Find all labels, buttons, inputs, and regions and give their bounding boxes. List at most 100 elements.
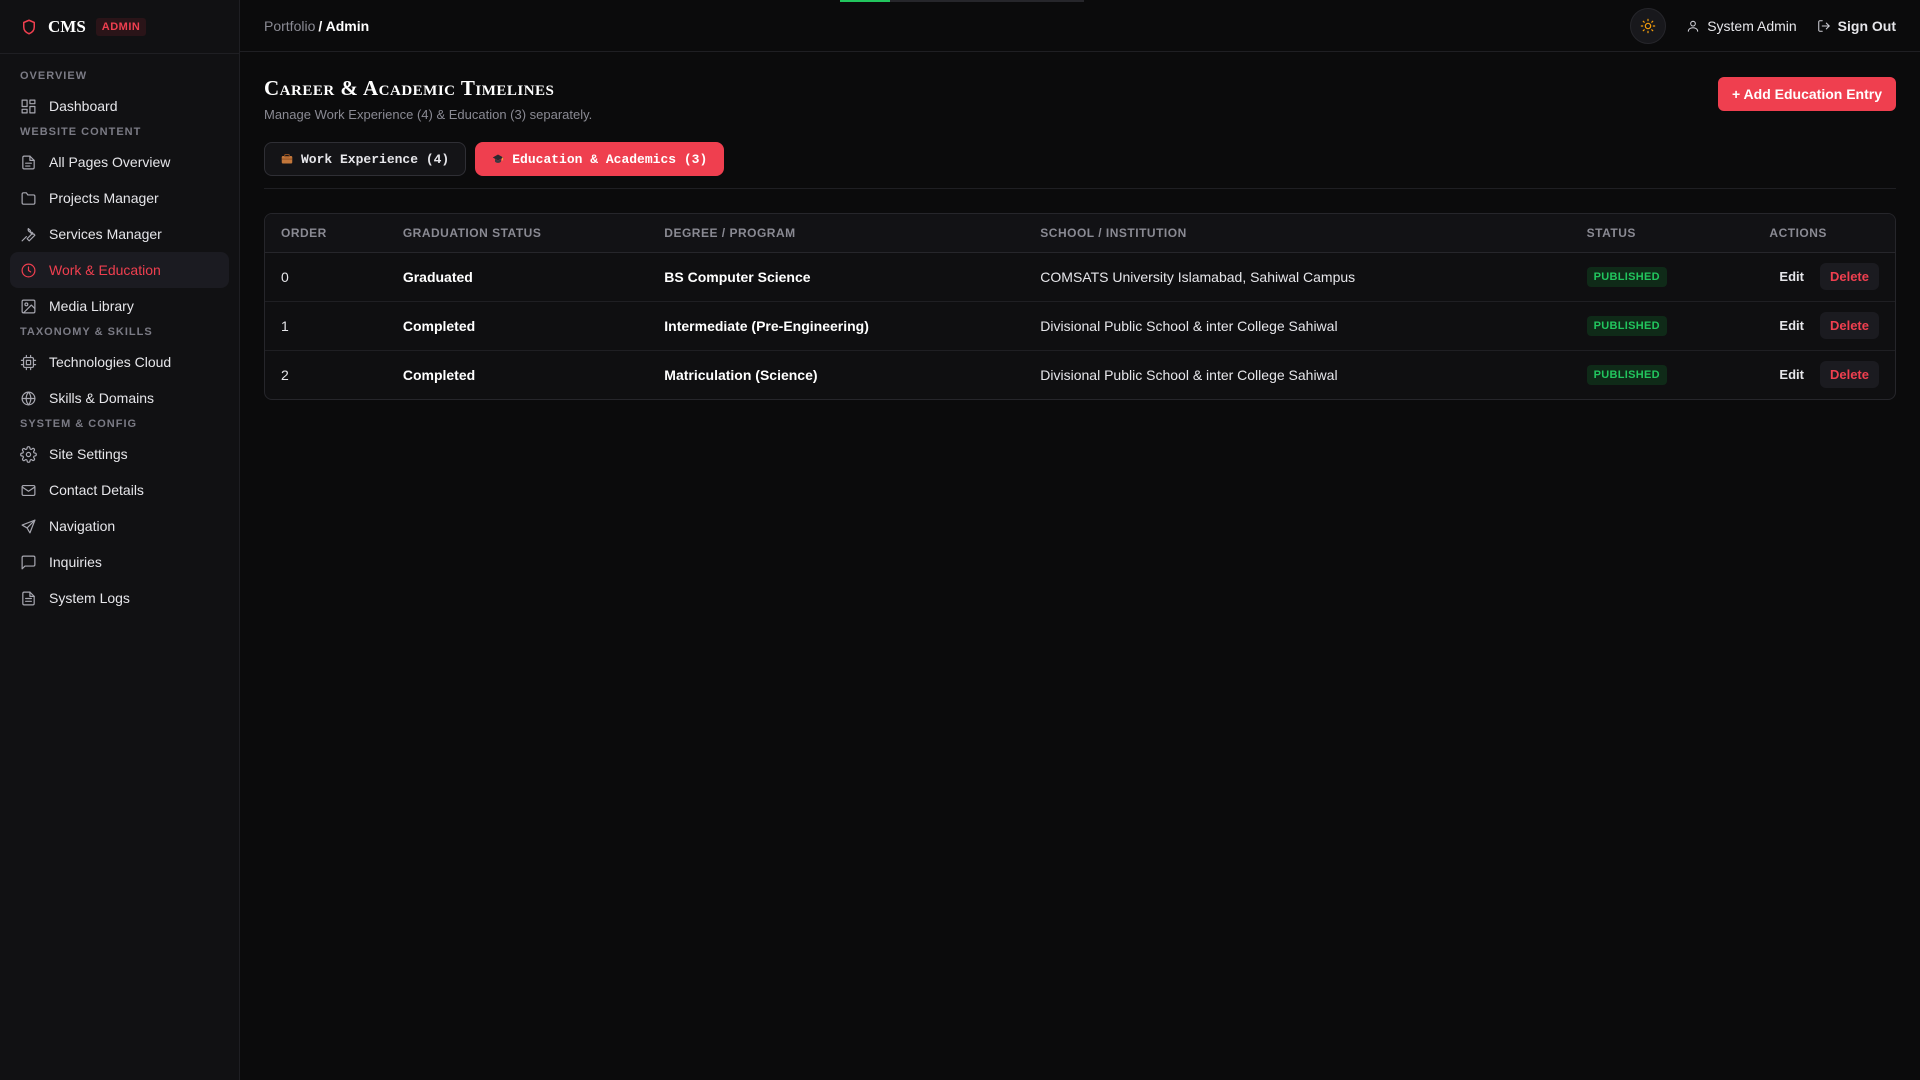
school-cell: Divisional Public School & inter College… (1024, 301, 1571, 351)
sidebar-item-label: System Logs (49, 590, 130, 606)
sidebar-item-all-pages-overview[interactable]: All Pages Overview (10, 144, 229, 180)
sidebar-nav: OVERVIEW Dashboard WEBSITE CONTENT All Page… (0, 54, 239, 630)
sidebar-item-navigation[interactable]: Navigation (10, 508, 229, 544)
actions-cell: Edit Delete (1753, 301, 1895, 351)
degree-cell: BS Computer Science (648, 252, 1025, 302)
log-icon (20, 590, 37, 607)
column-header: GRADUATION STATUS (386, 214, 649, 253)
tab-label: Education & Academics (3) (512, 151, 708, 167)
breadcrumb: Portfolio / Admin (264, 18, 369, 34)
app-root: CMS ADMIN OVERVIEW Dashboard WEBSITE CONTE… (0, 0, 1920, 1080)
timeline-tabs: Work Experience (4) Education & Academics… (264, 142, 1896, 189)
school-cell: COMSATS University Islamabad, Sahiwal Ca… (1024, 252, 1571, 302)
folder-icon (20, 190, 37, 207)
delete-button[interactable]: Delete (1819, 263, 1879, 290)
table-row: 0 Graduated BS Computer Science COMSATS Uni… (265, 252, 1895, 302)
order-cell: 1 (265, 301, 387, 351)
brand[interactable]: CMS ADMIN (0, 0, 239, 54)
status-badge: PUBLISHED (1586, 364, 1667, 385)
sidebar-item-skills-domains[interactable]: Skills & Domains (10, 380, 229, 416)
shield-icon (20, 18, 38, 36)
image-icon (20, 298, 37, 315)
graduation-cap-icon (492, 153, 504, 165)
sidebar-item-label: Media Library (49, 298, 134, 314)
user-menu[interactable]: System Admin (1686, 17, 1797, 34)
gear-icon (20, 445, 37, 463)
actions-cell: Edit Delete (1753, 252, 1895, 302)
column-header: SCHOOL / INSTITUTION (1024, 214, 1571, 253)
column-header: DEGREE / PROGRAM (648, 214, 1025, 253)
degree-cell: Matriculation (Science) (664, 366, 818, 383)
sidebar-item-label: Projects Manager (49, 190, 159, 206)
sidebar-item-label: Work & Education (49, 262, 161, 278)
status-cell: PUBLISHED (1570, 252, 1754, 302)
globe-icon (20, 390, 37, 407)
sign-out-label: Sign Out (1837, 17, 1896, 34)
theme-toggle-button[interactable] (1630, 7, 1667, 44)
cpu-icon (20, 354, 37, 371)
sidebar-item-work-education[interactable]: Work & Education (10, 252, 229, 288)
education-table: ORDER GRADUATION STATUS DEGREE / PROGRAM… (264, 213, 1896, 400)
breadcrumb-current: / Admin (318, 17, 370, 34)
status-cell: PUBLISHED (1570, 301, 1754, 351)
sidebar-item-label: Skills & Domains (49, 390, 155, 406)
wrench-icon (20, 226, 37, 243)
edit-button[interactable]: Edit (1769, 362, 1814, 387)
sidebar-item-contact-details[interactable]: Contact Details (10, 472, 229, 508)
breadcrumb-parent[interactable]: Portfolio (264, 18, 315, 34)
topbar: Portfolio / Admin System Admin Sign Out (240, 0, 1920, 52)
page-subtitle: Manage Work Experience (4) & Education (… (264, 107, 593, 122)
clock-icon (20, 262, 37, 279)
send-icon (20, 518, 37, 535)
sidebar-item-label: Navigation (49, 518, 116, 534)
dashboard-icon (20, 98, 37, 115)
add-education-button[interactable]: + Add Education Entry (1718, 77, 1896, 111)
column-header: ACTIONS (1753, 214, 1895, 253)
nav-section-title: WEBSITE CONTENT (20, 126, 142, 138)
sidebar-item-services-manager[interactable]: Services Manager (10, 216, 229, 252)
sidebar-item-label: Inquiries (49, 554, 102, 570)
sidebar-item-site-settings[interactable]: Site Settings (10, 436, 229, 472)
sidebar-item-projects-manager[interactable]: Projects Manager (10, 180, 229, 216)
status-cell: PUBLISHED (1571, 350, 1754, 399)
top-actions: System Admin Sign Out (1630, 7, 1896, 44)
sidebar-item-label: All Pages Overview (49, 154, 171, 170)
nav-section-title: SYSTEM & CONFIG (20, 418, 138, 430)
table-header-row: ORDER GRADUATION STATUS DEGREE / PROGRAM… (265, 214, 1895, 253)
sidebar-item-label: Dashboard (49, 98, 118, 114)
content: Career & Academic Timelines Manage Work … (240, 52, 1920, 400)
edit-button[interactable]: Edit (1769, 264, 1814, 289)
order-cell: 0 (265, 252, 387, 302)
page-title: Career & Academic Timelines (264, 76, 555, 100)
column-header: STATUS (1570, 214, 1754, 253)
sidebar-item-media-library[interactable]: Media Library (10, 288, 229, 324)
main-area: Portfolio / Admin System Admin Sign Out (240, 0, 1920, 1080)
nav-section-title: OVERVIEW (20, 70, 88, 82)
graduation-status-cell: Graduated (386, 252, 649, 302)
sidebar-item-label: Contact Details (49, 482, 144, 498)
sidebar-item-system-logs[interactable]: System Logs (10, 580, 229, 616)
user-name: System Admin (1707, 17, 1797, 34)
user-icon (1687, 20, 1699, 32)
graduation-status-cell: Completed (386, 301, 649, 351)
status-badge: PUBLISHED (1586, 315, 1667, 336)
actions-cell: Edit Delete (1753, 350, 1895, 399)
page-header: Career & Academic Timelines Manage Work … (264, 76, 1896, 122)
sign-out-icon (1817, 19, 1830, 32)
sidebar-item-label: Site Settings (49, 446, 128, 462)
file-icon (20, 154, 37, 171)
admin-badge: ADMIN (95, 17, 147, 36)
tab-label: Work Experience (4) (301, 151, 450, 167)
sun-icon (1640, 18, 1656, 33)
sign-out-button[interactable]: Sign Out (1817, 18, 1896, 34)
delete-button[interactable]: Delete (1819, 361, 1879, 389)
delete-button[interactable]: Delete (1819, 312, 1879, 339)
tab-education-academics[interactable]: Education & Academics (3) (475, 142, 725, 176)
graduation-status-cell: Completed (402, 366, 476, 383)
sidebar-item-technologies-cloud[interactable]: Technologies Cloud (10, 344, 229, 380)
sidebar-item-dashboard[interactable]: Dashboard (10, 88, 229, 124)
sidebar-item-inquiries[interactable]: Inquiries (10, 544, 229, 580)
tab-work-experience[interactable]: Work Experience (4) (264, 142, 467, 176)
status-badge: PUBLISHED (1586, 266, 1667, 287)
edit-button[interactable]: Edit (1769, 313, 1814, 338)
